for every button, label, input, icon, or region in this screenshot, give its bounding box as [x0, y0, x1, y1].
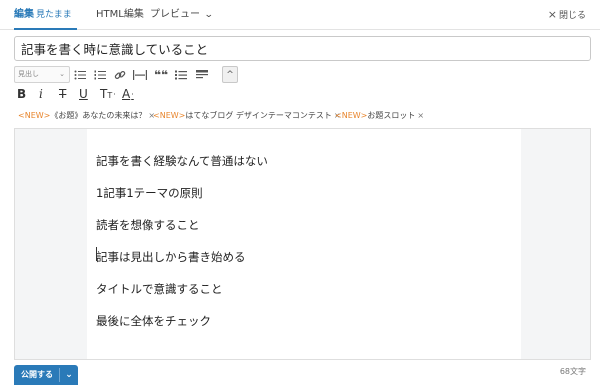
- close-icon: ×: [547, 8, 557, 21]
- font-size-small-icon: T: [107, 91, 113, 100]
- editor-line[interactable]: タイトルで意識すること: [96, 281, 223, 297]
- bullet-list-icon[interactable]: [72, 67, 88, 82]
- editor-line[interactable]: 読者を想像すること: [96, 217, 200, 233]
- editor-line[interactable]: 最後に全体をチェック: [96, 313, 211, 329]
- font-color-icon: A: [122, 87, 131, 101]
- close-button[interactable]: × 閉じる: [548, 0, 586, 30]
- new-badge: <NEW>: [153, 111, 186, 120]
- publish-label: 公開する: [21, 370, 53, 379]
- publish-button[interactable]: 公開する ⌄: [14, 365, 78, 385]
- editor-area[interactable]: 記事を書く経験なんて普通はない 1記事1テーマの原則 読者を想像すること 記事は…: [14, 128, 591, 360]
- numbered-list-icon[interactable]: [92, 67, 108, 82]
- editor-line[interactable]: 記事を書く経験なんて普通はない: [96, 153, 268, 169]
- tab-edit-label: 編集: [14, 9, 34, 20]
- tab-edit-mode: 見たまま: [36, 10, 72, 20]
- bold-button[interactable]: B: [17, 86, 26, 103]
- dropdown-dot-icon: ·: [131, 90, 134, 99]
- heading-select[interactable]: 見出し ⌄: [14, 66, 70, 83]
- tab-html[interactable]: HTML編集: [96, 0, 144, 30]
- collapse-toolbar-button[interactable]: ^: [222, 66, 238, 83]
- topic-tag[interactable]: <NEW>《お題》あなたの未来は？ ×: [18, 110, 155, 121]
- italic-button[interactable]: i: [39, 86, 43, 103]
- underline-button[interactable]: U: [79, 86, 88, 103]
- horizontal-rule-icon[interactable]: [132, 67, 148, 82]
- topic-tag[interactable]: <NEW>お題スロット ×: [335, 110, 424, 121]
- remove-icon[interactable]: ×: [417, 111, 424, 120]
- editor-content[interactable]: 記事を書く経験なんて普通はない 1記事1テーマの原則 読者を想像すること 記事は…: [87, 129, 521, 359]
- publish-separator: [59, 368, 60, 382]
- editor-line[interactable]: 1記事1テーマの原則: [96, 185, 203, 201]
- topic-tag-label: 《お題》あなたの未来は？: [50, 111, 147, 120]
- toolbar-row-2: B i T U TT· A·: [14, 86, 214, 104]
- font-size-button[interactable]: TT·: [100, 86, 116, 103]
- close-label: 閉じる: [558, 11, 586, 21]
- editor-mode-bar: 編集見たまま⌄ HTML編集 プレビュー⌄ ×閉じる: [0, 0, 600, 50]
- tab-preview-label: プレビュー: [150, 9, 200, 20]
- editor-line[interactable]: 記事は見出しから書き始める: [96, 249, 246, 265]
- table-list-icon[interactable]: [173, 67, 189, 82]
- new-badge: <NEW>: [18, 111, 51, 120]
- more-format-icon[interactable]: [194, 67, 210, 82]
- topic-tag[interactable]: <NEW>はてなブログ デザインテーマコンテスト ×: [153, 110, 341, 121]
- strikethrough-button[interactable]: T: [59, 86, 66, 103]
- topic-tag-label: はてなブログ デザインテーマコンテスト: [185, 111, 332, 120]
- quote-icon[interactable]: ❝❝: [153, 67, 169, 82]
- char-count: 68文字: [559, 367, 586, 376]
- topic-tag-label: お題スロット: [367, 111, 416, 120]
- tab-preview[interactable]: プレビュー ⌄: [150, 0, 214, 30]
- heading-select-value: 見出し: [18, 70, 39, 78]
- chevron-down-icon: ⌄: [203, 10, 214, 20]
- title-input[interactable]: [14, 36, 591, 61]
- tab-html-label: HTML編集: [96, 9, 144, 20]
- text-cursor: [96, 247, 97, 261]
- toolbar-row-1: 見出し ⌄ ❝❝ ^: [14, 66, 414, 84]
- new-badge: <NEW>: [335, 111, 368, 120]
- dropdown-dot-icon: ·: [113, 90, 116, 99]
- chevron-up-icon: ^: [226, 69, 234, 80]
- link-icon[interactable]: [112, 67, 128, 82]
- font-color-button[interactable]: A·: [122, 86, 134, 103]
- chevron-down-icon: ⌄: [59, 70, 65, 78]
- chevron-down-icon[interactable]: ⌄: [62, 365, 76, 385]
- tab-edit[interactable]: 編集見たまま⌄: [14, 0, 77, 50]
